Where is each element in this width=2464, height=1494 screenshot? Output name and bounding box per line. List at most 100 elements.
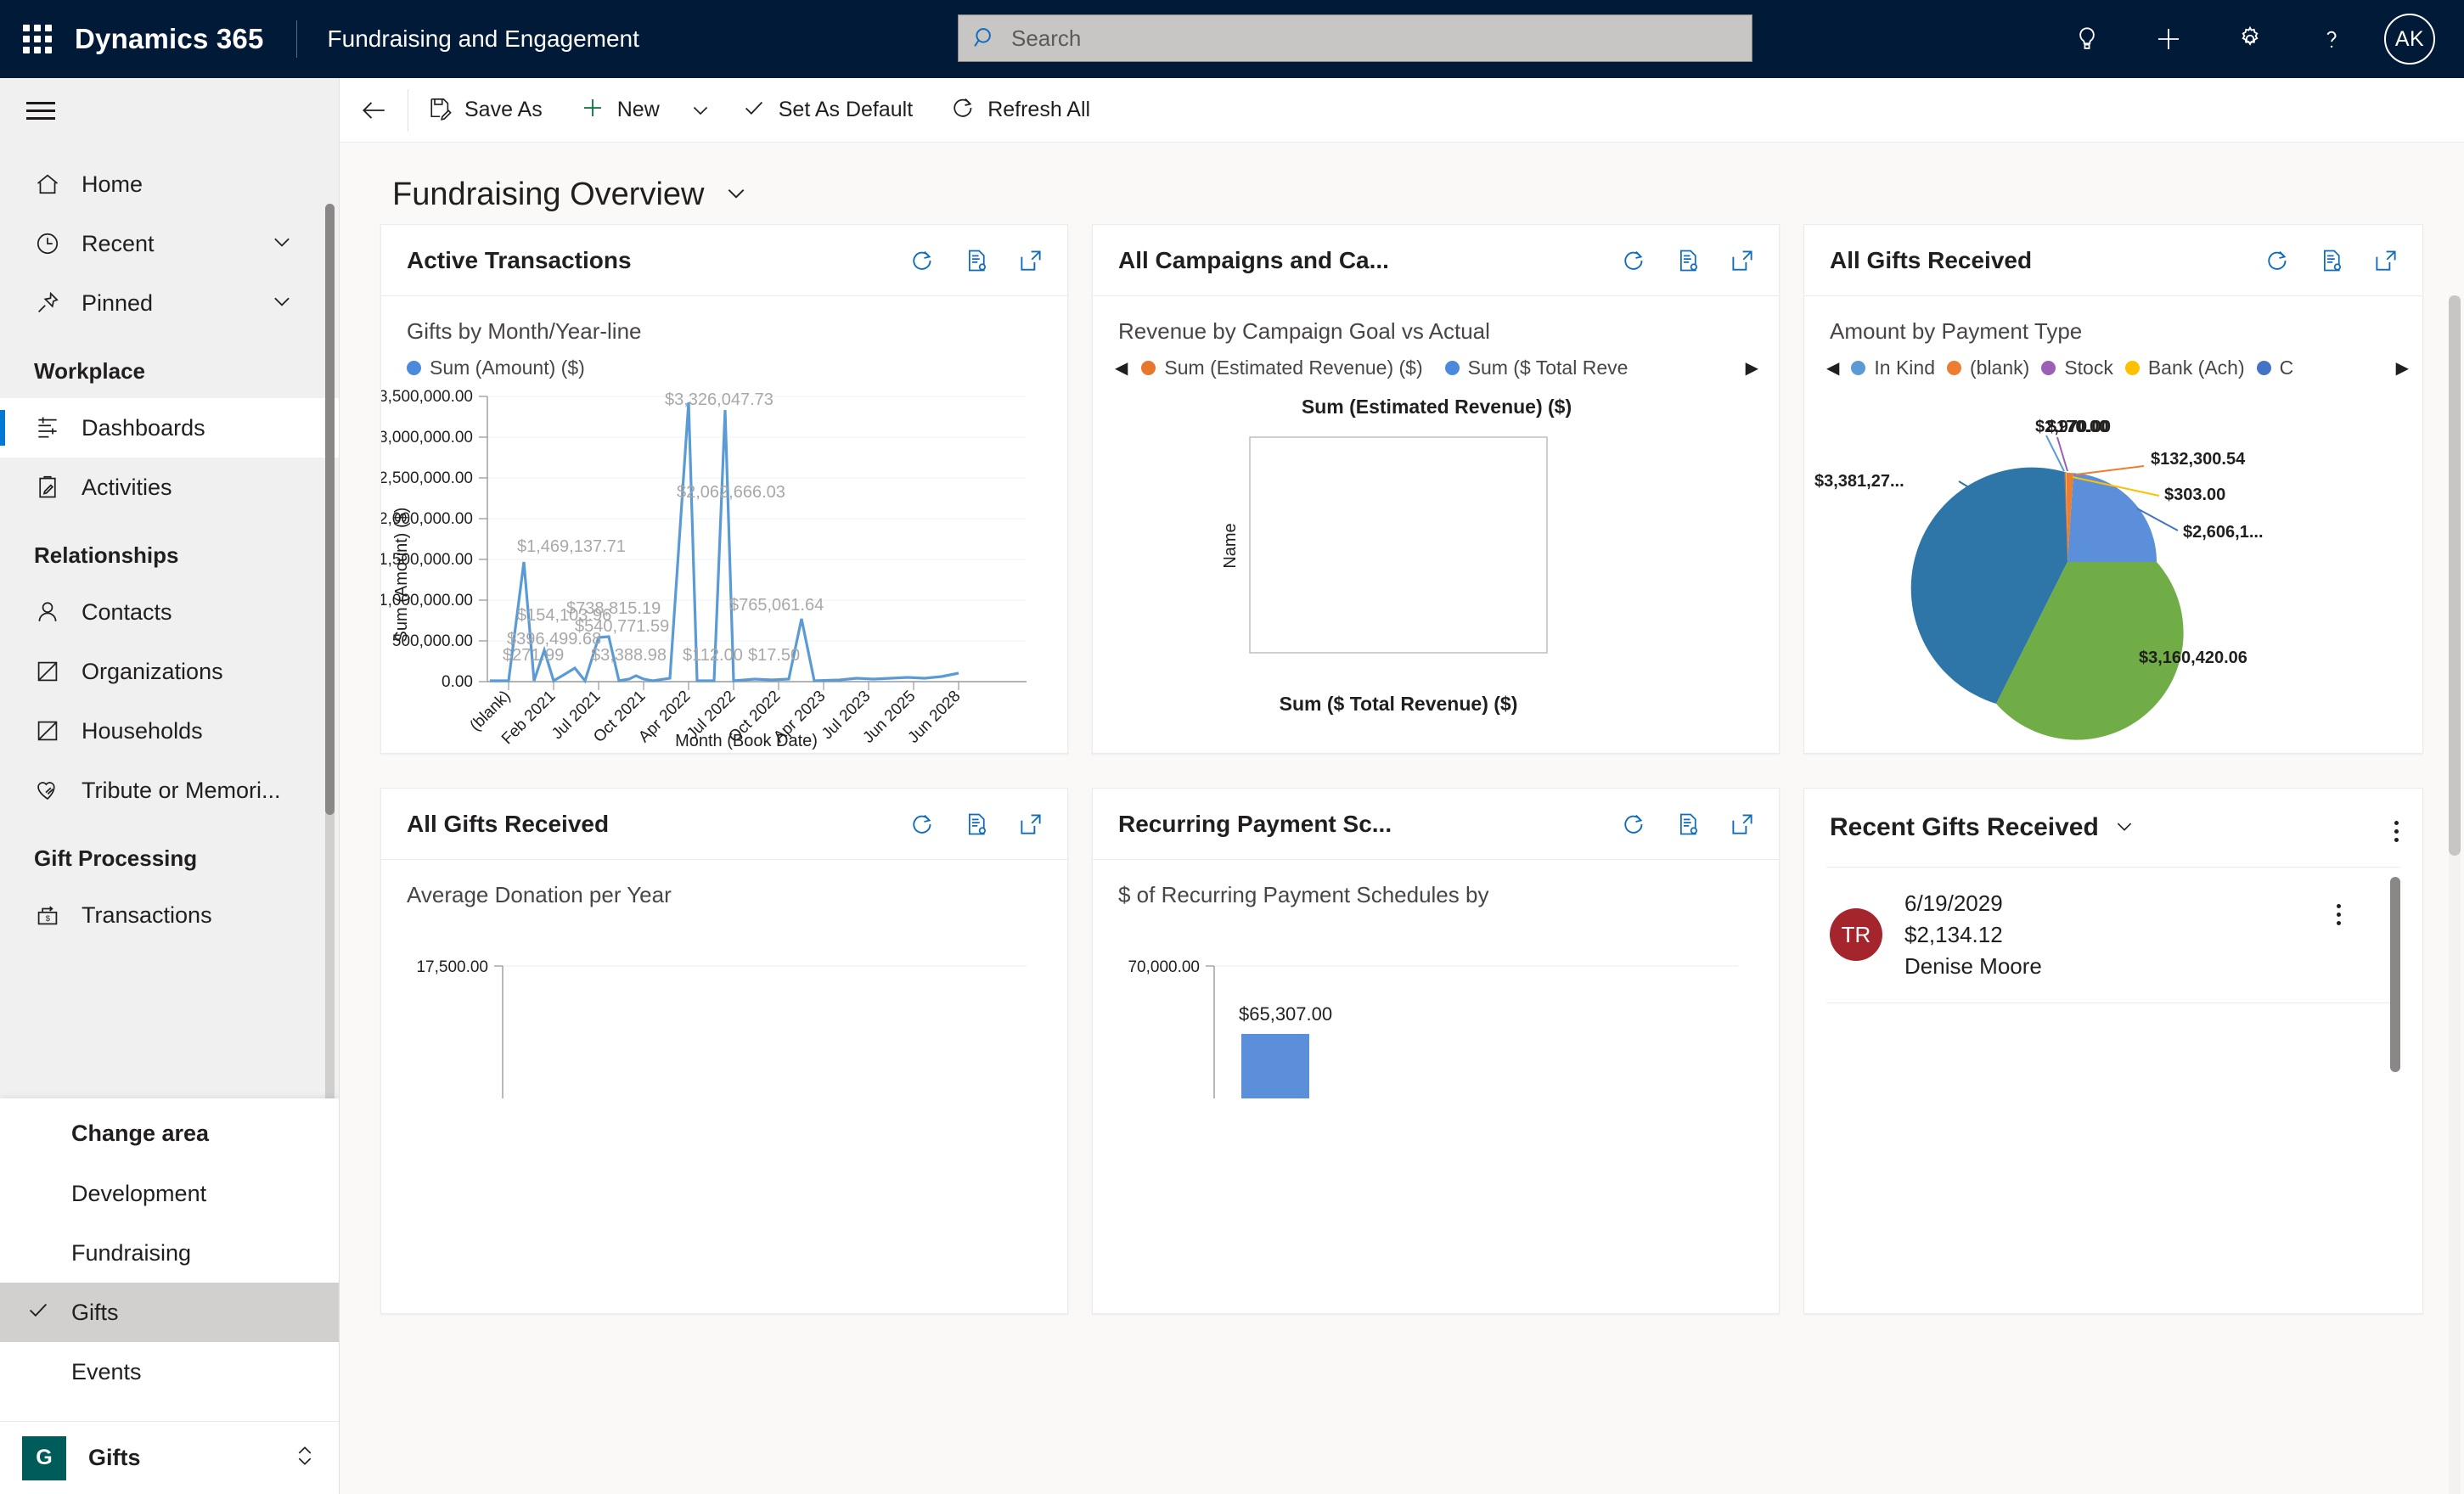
- list-item-overflow-menu-icon[interactable]: [2337, 896, 2341, 925]
- save-as-button[interactable]: Save As: [408, 78, 561, 143]
- refresh-icon[interactable]: [2264, 248, 2290, 273]
- plus-icon[interactable]: [2128, 0, 2209, 78]
- card-all-gifts-received-pie: All Gifts Received Amount by Payment Typ…: [1803, 224, 2423, 754]
- legend-item[interactable]: Sum ($ Total Reve: [1444, 357, 1629, 379]
- legend-next-icon[interactable]: ▶: [2396, 357, 2409, 379]
- sidebar-scrollbar[interactable]: [325, 204, 335, 1137]
- change-area-button[interactable]: G Gifts: [0, 1421, 339, 1494]
- chevron-down-icon[interactable]: [2112, 814, 2136, 842]
- page-title: Fundraising Overview: [392, 177, 705, 212]
- line-chart: 3,500,000.00 3,000,000.00 2,500,000.00 2…: [381, 388, 1027, 750]
- legend-label: Sum ($ Total Reve: [1467, 357, 1629, 379]
- expand-icon[interactable]: [2373, 248, 2399, 273]
- sidebar-scroll-thumb[interactable]: [325, 204, 335, 815]
- legend-prev-icon[interactable]: ◀: [1115, 357, 1128, 379]
- set-as-default-button[interactable]: Set As Default: [723, 78, 931, 143]
- data-label: $112.00: [683, 646, 743, 665]
- chevron-down-icon[interactable]: [269, 289, 295, 318]
- refresh-icon[interactable]: [1621, 812, 1646, 837]
- sidebar-item-home[interactable]: Home: [0, 154, 339, 214]
- back-arrow-icon[interactable]: [340, 78, 408, 143]
- refresh-icon[interactable]: [909, 248, 935, 273]
- card-overflow-menu-icon[interactable]: [2394, 813, 2399, 842]
- legend-item[interactable]: (blank): [1947, 357, 2029, 379]
- bar[interactable]: [1241, 1034, 1309, 1098]
- legend-next-icon[interactable]: ▶: [1746, 357, 1758, 379]
- avatar[interactable]: AK: [2384, 14, 2435, 65]
- legend-item[interactable]: C: [2256, 357, 2293, 379]
- area-item-development[interactable]: Development: [0, 1164, 339, 1223]
- view-records-icon[interactable]: [1675, 248, 1701, 273]
- area-label: Gifts: [88, 1445, 141, 1470]
- hamburger-menu-icon[interactable]: [7, 78, 75, 143]
- y-tick: 3,500,000.00: [381, 388, 473, 406]
- sidebar-item-tribute[interactable]: Tribute or Memori...: [0, 761, 339, 820]
- tribute-icon: [34, 777, 82, 804]
- view-records-icon[interactable]: [964, 248, 989, 273]
- page-scroll-thumb[interactable]: [2449, 295, 2461, 856]
- legend-item[interactable]: Bank (Ach): [2124, 357, 2245, 379]
- sidebar-item-organizations[interactable]: Organizations: [0, 642, 339, 701]
- app-name: Fundraising and Engagement: [327, 25, 639, 52]
- area-item-events[interactable]: Events: [0, 1342, 339, 1401]
- area-item-fundraising[interactable]: Fundraising: [0, 1223, 339, 1283]
- legend-item[interactable]: In Kind: [1851, 357, 1935, 379]
- expand-icon[interactable]: [1730, 812, 1755, 837]
- refresh-icon[interactable]: [909, 812, 935, 837]
- refresh-icon: [950, 95, 976, 125]
- legend-prev-icon[interactable]: ◀: [1826, 357, 1839, 379]
- sidebar-item-activities[interactable]: Activities: [0, 458, 339, 517]
- chart-subtitle: $ of Recurring Payment Schedules by: [1118, 882, 1489, 907]
- gear-icon[interactable]: [2209, 0, 2291, 78]
- expand-collapse-icon[interactable]: [292, 1441, 318, 1474]
- card-title: All Gifts Received: [1830, 246, 2033, 273]
- search-input[interactable]: [1011, 25, 1738, 52]
- new-chevron-down-icon[interactable]: [678, 78, 723, 143]
- transactions-icon: $: [34, 901, 82, 929]
- legend-item[interactable]: Stock: [2041, 357, 2113, 379]
- sidebar-item-recent[interactable]: Recent: [0, 214, 339, 273]
- clock-icon: [34, 230, 82, 257]
- x-axis-title: Month (Book Date): [675, 732, 818, 750]
- card-all-gifts-received-bar: All Gifts Received Average Donation per …: [380, 788, 1068, 1314]
- card-title: Recurring Payment Sc...: [1118, 810, 1392, 837]
- legend-label: (blank): [1970, 357, 2030, 379]
- expand-icon[interactable]: [1018, 248, 1044, 273]
- chevron-down-icon[interactable]: [269, 229, 295, 259]
- sidebar-item-dashboards[interactable]: Dashboards: [0, 398, 339, 458]
- household-icon: [34, 717, 82, 744]
- view-records-icon[interactable]: [964, 812, 989, 837]
- view-records-icon[interactable]: [1675, 812, 1701, 837]
- dashboard-chevron-down-icon[interactable]: [723, 179, 750, 211]
- home-icon: [34, 171, 82, 198]
- sidebar-item-transactions[interactable]: $ Transactions: [0, 885, 339, 945]
- legend-item[interactable]: Sum (Amount) ($): [407, 357, 585, 379]
- sidebar-item-households[interactable]: Households: [0, 701, 339, 761]
- question-icon[interactable]: [2291, 0, 2372, 78]
- data-label: $1,469,137.71: [517, 537, 626, 556]
- new-button[interactable]: New: [561, 78, 678, 143]
- list-item[interactable]: TR 6/19/2029 $2,134.12 Denise Moore: [1804, 868, 2422, 1003]
- save-as-label: Save As: [464, 98, 543, 121]
- card-recent-gifts-received: Recent Gifts Received TR 6/19/2029 $2,13…: [1803, 788, 2423, 1314]
- refresh-icon[interactable]: [1621, 248, 1646, 273]
- chart-subtitle: Average Donation per Year: [407, 882, 672, 907]
- area-item-gifts[interactable]: Gifts: [0, 1283, 339, 1342]
- refresh-all-button[interactable]: Refresh All: [931, 78, 1109, 143]
- legend-swatch: [2256, 361, 2271, 375]
- lightbulb-icon[interactable]: [2046, 0, 2128, 78]
- search-box[interactable]: [958, 14, 1752, 62]
- expand-icon[interactable]: [1018, 812, 1044, 837]
- waffle-icon[interactable]: [0, 0, 75, 78]
- sidebar-group-workplace: Workplace: [34, 358, 146, 384]
- view-records-icon[interactable]: [2319, 248, 2344, 273]
- sidebar-item-pinned[interactable]: Pinned: [0, 273, 339, 333]
- dashboard-icon: [34, 414, 82, 441]
- legend-item[interactable]: Sum (Estimated Revenue) ($): [1141, 357, 1423, 379]
- sidebar-item-contacts[interactable]: Contacts: [0, 582, 339, 642]
- checkmark-icon: [25, 1297, 51, 1328]
- page-scrollbar[interactable]: [2449, 295, 2461, 1494]
- pin-icon: [34, 289, 82, 317]
- list-scroll-thumb[interactable]: [2390, 877, 2400, 1072]
- expand-icon[interactable]: [1730, 248, 1755, 273]
